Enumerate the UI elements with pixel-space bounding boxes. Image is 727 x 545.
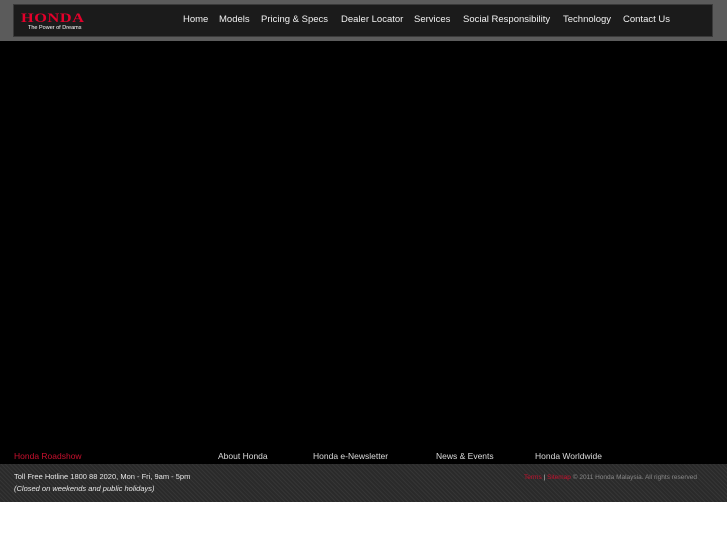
terms-link[interactable]: Terms	[524, 474, 542, 481]
nav-services[interactable]: Services	[414, 14, 450, 26]
header-bar: HONDA The Power of Dreams Home Models Pr…	[0, 0, 727, 41]
nav-contact-us[interactable]: Contact Us	[623, 14, 670, 26]
nav-home[interactable]: Home	[183, 14, 208, 26]
footer-link-newsletter[interactable]: Honda e-Newsletter	[313, 451, 388, 461]
honda-logo[interactable]: HONDA The Power of Dreams	[21, 11, 96, 33]
copyright-text: © 2011 Honda Malaysia. All rights reserv…	[572, 474, 697, 481]
nav-models[interactable]: Models	[219, 14, 250, 26]
nav-social-responsibility[interactable]: Social Responsibility	[463, 14, 550, 26]
footer-link-honda-worldwide[interactable]: Honda Worldwide	[535, 451, 602, 461]
legal-divider: |	[543, 474, 546, 481]
nav-dealer-locator[interactable]: Dealer Locator	[341, 14, 403, 26]
nav-technology[interactable]: Technology	[563, 14, 611, 26]
page-background: HONDA The Power of Dreams Home Models Pr…	[0, 0, 727, 502]
hotline-text: Toll Free Hotline 1800 88 2020, Mon - Fr…	[14, 472, 191, 481]
nav-pricing-specs[interactable]: Pricing & Specs	[261, 14, 328, 26]
legal-text: Terms | Sitemap © 2011 Honda Malaysia. A…	[524, 473, 697, 482]
footer-link-news-events[interactable]: News & Events	[436, 451, 494, 461]
sitemap-link[interactable]: Sitemap	[547, 474, 571, 481]
footer-link-honda-roadshow[interactable]: Honda Roadshow	[14, 451, 82, 461]
logo-tagline: The Power of Dreams	[28, 25, 82, 31]
footer-link-about-honda[interactable]: About Honda	[218, 451, 268, 461]
hours-note: (Closed on weekends and public holidays)	[14, 484, 155, 493]
logo-wordmark: HONDA	[21, 10, 85, 25]
main-content-area	[0, 41, 727, 448]
footer-links: Honda Roadshow About Honda Honda e-Newsl…	[0, 448, 727, 464]
footer-bar: Toll Free Hotline 1800 88 2020, Mon - Fr…	[0, 464, 727, 502]
